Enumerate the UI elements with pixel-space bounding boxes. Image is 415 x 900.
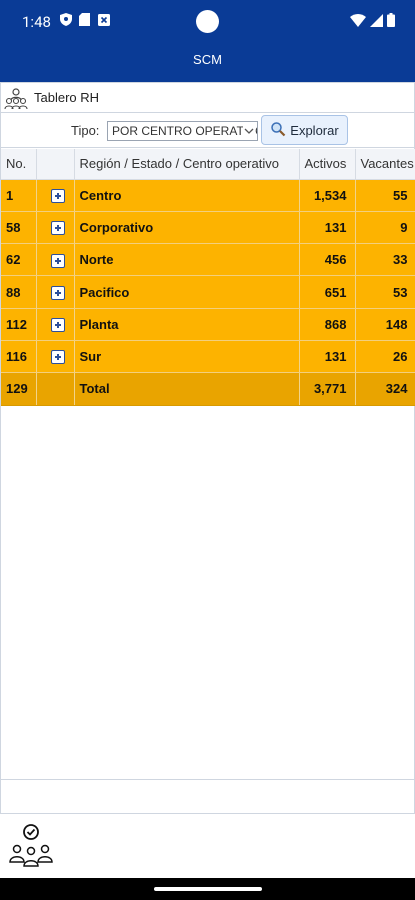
team-check-icon[interactable] — [8, 822, 54, 870]
sim-card-icon — [79, 13, 91, 26]
bottom-toolbar — [0, 814, 415, 878]
status-time: 1:48 — [22, 13, 51, 31]
table-header-row: No. Región / Estado / Centro operativo A… — [1, 149, 415, 180]
divider — [0, 779, 415, 780]
expand-plus-icon[interactable] — [50, 253, 65, 268]
cell-no: 58 — [1, 211, 37, 245]
expand-plus-icon[interactable] — [50, 188, 65, 203]
header-vacantes[interactable]: Vacantes — [355, 149, 415, 180]
search-icon — [270, 121, 286, 140]
cell-region: Norte — [74, 243, 300, 277]
cell-activos: 868 — [299, 308, 356, 341]
cell-activos: 1,534 — [299, 179, 356, 212]
cell-vacantes: 33 — [355, 243, 415, 277]
table-row[interactable]: 58 Corporativo 131 9 — [1, 211, 415, 245]
explore-button[interactable]: Explorar — [261, 115, 348, 145]
expand-plus-icon[interactable] — [50, 285, 65, 300]
cell-region: Pacifico — [74, 275, 300, 309]
header-no[interactable]: No. — [1, 149, 37, 180]
cell-vacantes: 55 — [355, 179, 415, 212]
cell-activos: 131 — [299, 340, 356, 374]
tipo-select-value: POR CENTRO OPERATIVO — [112, 124, 258, 138]
wifi-icon — [350, 13, 366, 32]
total-vacantes: 324 — [355, 372, 415, 406]
cell-no: 62 — [1, 243, 37, 277]
header-region[interactable]: Región / Estado / Centro operativo — [74, 149, 300, 180]
table-row[interactable]: 88 Pacifico 651 53 — [1, 275, 415, 309]
app-bar: SCM — [0, 44, 415, 82]
page-title: Tablero RH — [34, 90, 100, 105]
battery-icon — [387, 13, 395, 32]
table-row[interactable]: 1 Centro 1,534 55 — [1, 179, 415, 212]
total-label: Total — [74, 372, 300, 406]
cell-region: Centro — [74, 179, 300, 212]
cell-no: 1 — [1, 179, 37, 212]
cell-vacantes: 26 — [355, 340, 415, 374]
cell-region: Sur — [74, 340, 300, 374]
signal-icon — [370, 13, 383, 32]
shield-icon — [60, 13, 72, 26]
people-group-icon — [4, 86, 28, 110]
main-content: Tablero RH Tipo: POR CENTRO OPERATIVO Ex… — [0, 82, 415, 814]
app-title: SCM — [193, 52, 222, 67]
cell-no: 116 — [1, 340, 37, 374]
expand-plus-icon[interactable] — [50, 318, 65, 333]
status-bar: 1:48 — [0, 0, 415, 44]
camera-cutout — [196, 10, 219, 33]
total-activos: 3,771 — [299, 372, 356, 406]
cell-vacantes: 53 — [355, 275, 415, 309]
cell-vacantes: 9 — [355, 211, 415, 245]
cell-activos: 456 — [299, 243, 356, 277]
explore-button-label: Explorar — [290, 122, 339, 138]
expand-plus-icon[interactable] — [50, 350, 65, 365]
cell-vacantes: 148 — [355, 308, 415, 341]
chevron-down-icon — [243, 124, 255, 138]
table-row[interactable]: 62 Norte 456 33 — [1, 243, 415, 277]
home-handle[interactable] — [154, 887, 262, 891]
cell-activos: 651 — [299, 275, 356, 309]
table-row[interactable]: 116 Sur 131 26 — [1, 340, 415, 374]
status-notification-icons — [60, 13, 110, 26]
cell-activos: 131 — [299, 211, 356, 245]
close-box-icon — [98, 13, 110, 26]
cell-no: 88 — [1, 275, 37, 309]
filter-bar: Tipo: POR CENTRO OPERATIVO Explorar — [1, 114, 415, 148]
header-activos[interactable]: Activos — [299, 149, 356, 180]
regions-table: No. Región / Estado / Centro operativo A… — [1, 149, 415, 406]
cell-region: Planta — [74, 308, 300, 341]
table-row[interactable]: 112 Planta 868 148 — [1, 308, 415, 341]
total-no: 129 — [1, 372, 37, 406]
table-total-row: 129 Total 3,771 324 — [1, 372, 415, 406]
status-system-icons — [350, 13, 395, 32]
breadcrumb: Tablero RH — [1, 83, 415, 113]
expand-plus-icon[interactable] — [50, 221, 65, 236]
header-expand — [36, 149, 75, 180]
tipo-select[interactable]: POR CENTRO OPERATIVO — [107, 121, 258, 141]
tipo-label: Tipo: — [71, 123, 100, 138]
cell-no: 112 — [1, 308, 37, 341]
cell-region: Corporativo — [74, 211, 300, 245]
navigation-bar — [0, 878, 415, 900]
